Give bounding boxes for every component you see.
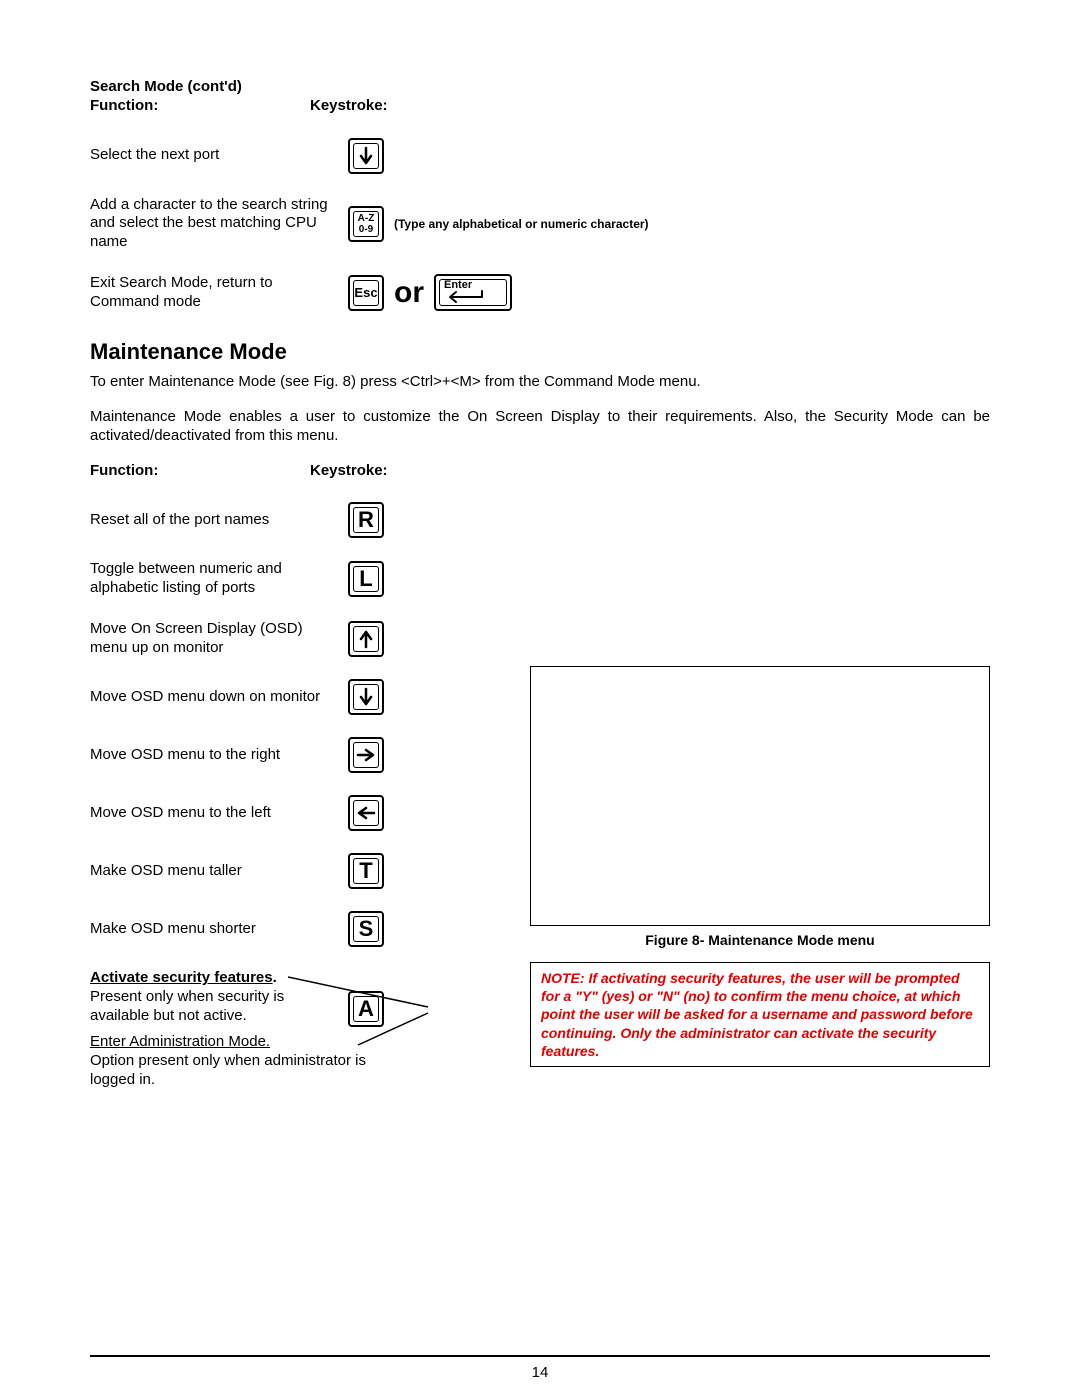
down-arrow-key-icon	[348, 679, 384, 715]
key-label-bottom: 0-9	[359, 224, 373, 235]
function-text: Move On Screen Display (OSD) menu up on …	[90, 620, 348, 658]
function-text: Add a character to the search string and…	[90, 196, 348, 252]
key-label-top: A-Z	[358, 213, 375, 224]
figure-8-note: NOTE: If activating security features, t…	[530, 962, 990, 1067]
function-text: Make OSD menu taller	[90, 862, 348, 881]
right-arrow-key-icon	[348, 737, 384, 773]
security-label: Activate security features	[90, 969, 273, 986]
maint-keystroke-header: Keystroke:	[310, 462, 388, 481]
down-arrow-key-icon	[348, 138, 384, 174]
figure-8-caption: Figure 8- Maintenance Mode menu	[530, 932, 990, 948]
maintenance-mode-heading: Maintenance Mode	[90, 339, 990, 365]
type-any-char-note: (Type any alphabetical or numeric charac…	[394, 217, 649, 231]
footer-divider	[90, 1355, 990, 1357]
function-text: Reset all of the port names	[90, 511, 348, 530]
page-number: 14	[0, 1364, 1080, 1381]
function-text: Toggle between numeric and alphabetic li…	[90, 560, 348, 598]
maintenance-desc: Maintenance Mode enables a user to custo…	[90, 408, 990, 446]
table-row: Add a character to the search string and…	[90, 196, 990, 252]
r-key-icon: R	[348, 502, 384, 538]
or-label: or	[394, 276, 424, 310]
up-arrow-key-icon	[348, 621, 384, 657]
l-key-icon: L	[348, 561, 384, 597]
security-desc: Present only when security is available …	[90, 988, 284, 1024]
figure-8-box	[530, 666, 990, 926]
t-key-icon: T	[348, 853, 384, 889]
esc-key-icon: Esc	[348, 275, 384, 311]
function-text: Move OSD menu to the right	[90, 746, 348, 765]
function-text: Make OSD menu shorter	[90, 920, 348, 939]
table-row: Move On Screen Display (OSD) menu up on …	[90, 620, 990, 658]
table-row: Toggle between numeric and alphabetic li…	[90, 560, 990, 598]
admin-label: Enter Administration Mode.	[90, 1033, 270, 1050]
enter-key-icon: Enter	[434, 274, 512, 311]
admin-desc: Option present only when administrator i…	[90, 1052, 366, 1088]
search-function-header: Function:	[90, 97, 310, 116]
table-row: Reset all of the port names R	[90, 502, 990, 538]
search-mode-heading: Search Mode (cont'd)	[90, 78, 990, 97]
function-text: Move OSD menu down on monitor	[90, 688, 348, 707]
s-key-icon: S	[348, 911, 384, 947]
search-keystroke-header: Keystroke:	[310, 97, 388, 116]
esc-key-label: Esc	[354, 286, 377, 299]
left-arrow-key-icon	[348, 795, 384, 831]
table-row: Select the next port	[90, 138, 990, 174]
maint-function-header: Function:	[90, 462, 310, 481]
maintenance-intro: To enter Maintenance Mode (see Fig. 8) p…	[90, 373, 990, 392]
function-text: Select the next port	[90, 146, 348, 165]
table-row: Exit Search Mode, return to Command mode…	[90, 274, 990, 312]
function-text: Exit Search Mode, return to Command mode	[90, 274, 348, 312]
alphanumeric-key-icon: A-Z 0-9	[348, 206, 384, 242]
function-text: Move OSD menu to the left	[90, 804, 348, 823]
